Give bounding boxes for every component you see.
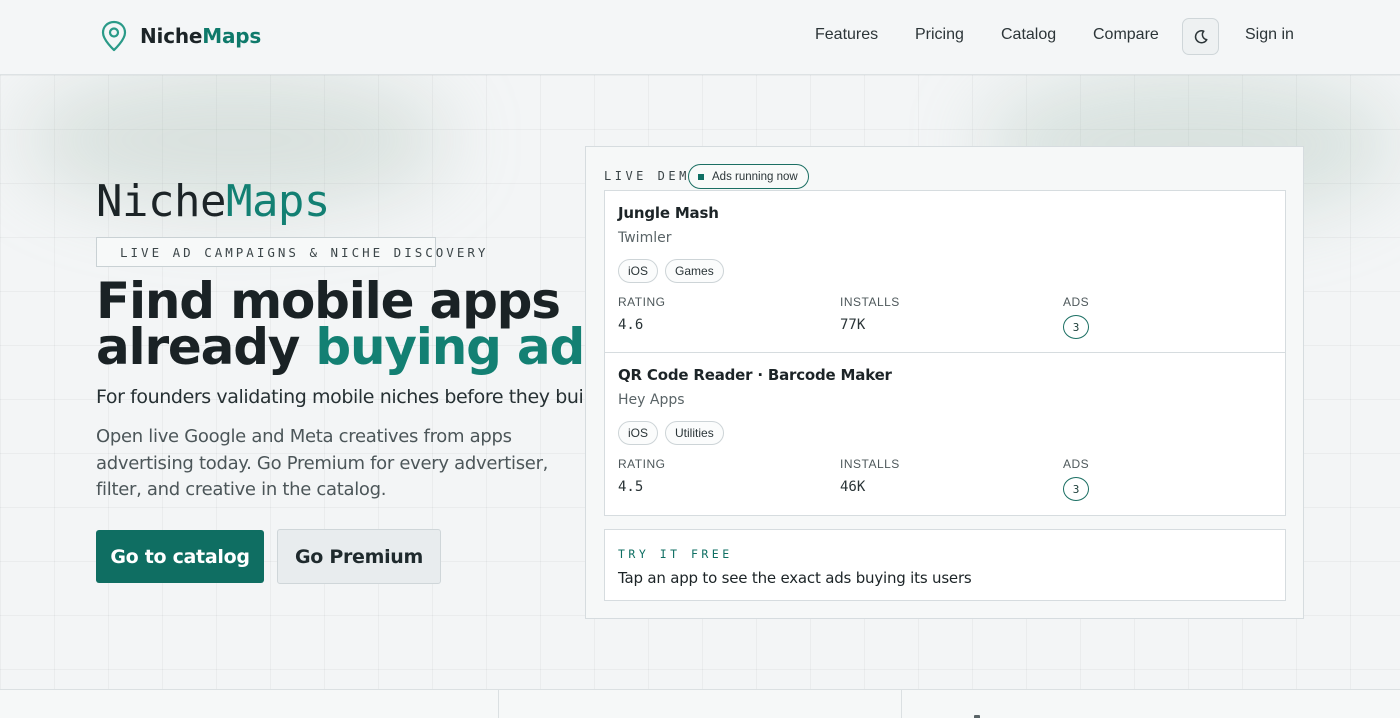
live-dot-icon	[698, 173, 704, 180]
try-it-free-label: TRY IT FREE	[618, 547, 733, 561]
ads-count-badge: 3	[1063, 477, 1089, 501]
hero-description: Open live Google and Meta creatives from…	[96, 426, 549, 500]
strip-divider	[498, 690, 499, 718]
go-to-catalog-button[interactable]: Go to catalog	[96, 530, 264, 583]
strip-divider	[901, 690, 902, 718]
moon-icon	[1194, 29, 1208, 43]
rating-value: 4.6	[618, 317, 644, 333]
tagline-text: LIVE AD CAMPAIGNS & NICHE DISCOVERY	[120, 244, 489, 260]
demo-label: LIVE DEMO	[604, 169, 701, 183]
nav-features[interactable]: Features	[815, 26, 878, 44]
stat-installs: INSTALLS 77K	[840, 295, 900, 333]
logo-wordmark: NicheMaps	[140, 24, 262, 48]
app-name: QR Code Reader · Barcode Maker	[618, 366, 892, 384]
hero-subheadline: For founders validating mobile niches be…	[96, 386, 606, 408]
app-name: Jungle Mash	[618, 204, 719, 222]
live-demo-panel: LIVE DEMO Ads running now Jungle Mash Tw…	[585, 146, 1304, 619]
headline-line-2: already buying ads	[96, 318, 614, 376]
logo-link[interactable]: NicheMaps	[100, 20, 261, 52]
map-pin-icon	[101, 20, 127, 52]
stat-rating: RATING 4.6	[618, 295, 666, 333]
feature-strip	[0, 689, 1400, 718]
site-header: NicheMaps Features Pricing Catalog Compa…	[0, 0, 1400, 75]
app-card-jungle-mash[interactable]: Jungle Mash Twimler iOS Games RATING 4.6…	[605, 191, 1285, 353]
tagline-badge: LIVE AD CAMPAIGNS & NICHE DISCOVERY	[96, 237, 485, 267]
app-card-qr-code-reader[interactable]: QR Code Reader · Barcode Maker Hey Apps …	[605, 353, 1285, 515]
go-premium-button[interactable]: Go Premium	[277, 529, 441, 584]
app-list: Jungle Mash Twimler iOS Games RATING 4.6…	[604, 190, 1286, 516]
tag-platform: iOS	[618, 259, 659, 283]
ads-running-text: Ads running now	[712, 170, 798, 183]
try-it-free-box[interactable]: TRY IT FREE Tap an app to see the exact …	[604, 529, 1286, 601]
headline-accent: buying ads	[315, 318, 613, 376]
hero-headline: Find mobile apps already buying ads	[96, 276, 614, 376]
app-tags: iOS Utilities	[618, 421, 731, 445]
sign-in-link[interactable]: Sign in	[1245, 26, 1294, 44]
theme-toggle-button[interactable]	[1182, 18, 1219, 55]
stat-rating: RATING 4.5	[618, 457, 666, 495]
tag-platform: iOS	[618, 421, 659, 445]
hero-brand: NicheMaps	[96, 176, 330, 227]
landing-page: NicheMaps Features Pricing Catalog Compa…	[0, 0, 1400, 718]
stat-installs: INSTALLS 46K	[840, 457, 900, 495]
nav-catalog[interactable]: Catalog	[1001, 26, 1056, 44]
tag-category: Utilities	[665, 421, 724, 445]
stat-ads: ADS 3	[1063, 295, 1089, 339]
nav-compare[interactable]: Compare	[1093, 26, 1159, 44]
rating-value: 4.5	[618, 479, 644, 495]
ads-running-badge: Ads running now	[688, 164, 809, 189]
tag-category: Games	[665, 259, 724, 283]
nav-pricing[interactable]: Pricing	[915, 26, 964, 44]
app-developer: Twimler	[618, 230, 672, 246]
installs-value: 46K	[840, 479, 866, 495]
installs-value: 77K	[840, 317, 866, 333]
app-developer: Hey Apps	[618, 392, 685, 408]
ads-count-badge: 3	[1063, 315, 1089, 339]
try-it-free-text: Tap an app to see the exact ads buying i…	[618, 569, 972, 587]
app-tags: iOS Games	[618, 259, 731, 283]
stat-ads: ADS 3	[1063, 457, 1089, 501]
